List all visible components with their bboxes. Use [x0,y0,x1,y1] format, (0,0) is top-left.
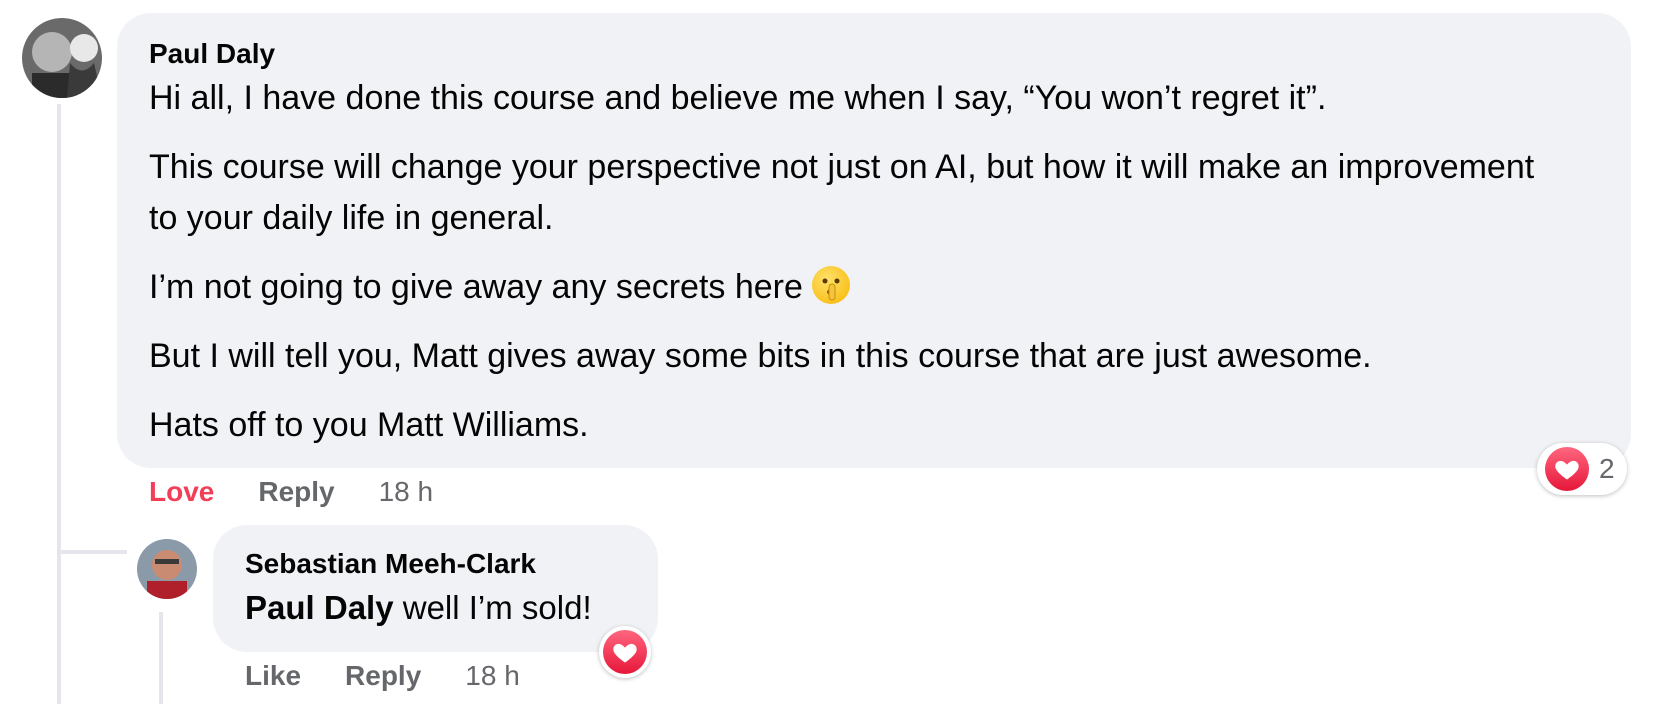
like-button[interactable]: Like [245,660,301,692]
timestamp[interactable]: 18 h [465,660,520,692]
comment-paragraph: This course will change your perspective… [149,148,1535,237]
heart-icon [603,630,647,674]
comment-paragraph: Hi all, I have done this course and beli… [149,79,1327,117]
shushing-face-icon [812,266,851,304]
reply-text: Paul Daly well I’m sold! [245,589,592,626]
reaction-count: 2 [1599,453,1615,484]
mention-link[interactable]: Paul Daly [245,589,394,626]
thread-line-branch [57,550,127,554]
heart-icon [1545,447,1589,491]
reaction-badge[interactable] [599,626,651,678]
reply-bubble: Sebastian Meeh-Clark Paul Daly well I’m … [213,525,658,652]
timestamp[interactable]: 18 h [379,476,434,508]
thread-line-main [57,104,61,704]
reaction-count-badge[interactable]: 2 [1537,443,1627,495]
avatar[interactable] [22,18,102,98]
comment-author[interactable]: Paul Daly [149,35,1599,73]
comment-bubble: Paul Daly Hi all, I have done this cours… [117,13,1631,468]
love-button[interactable]: Love [149,476,214,508]
reply-actions: Like Reply 18 h [245,656,520,696]
reply-button[interactable]: Reply [345,660,421,692]
comment-paragraph: I’m not going to give away any secrets h… [149,262,1599,313]
reply-author[interactable]: Sebastian Meeh-Clark [245,545,626,583]
comment-paragraph: But I will tell you, Matt gives away som… [149,337,1372,375]
thread-line-reply [159,612,163,704]
avatar[interactable] [137,539,197,599]
comment-actions: Love Reply 18 h [149,472,433,512]
reply-button[interactable]: Reply [258,476,334,508]
comment-paragraph: Hats off to you Matt Williams. [149,406,589,444]
